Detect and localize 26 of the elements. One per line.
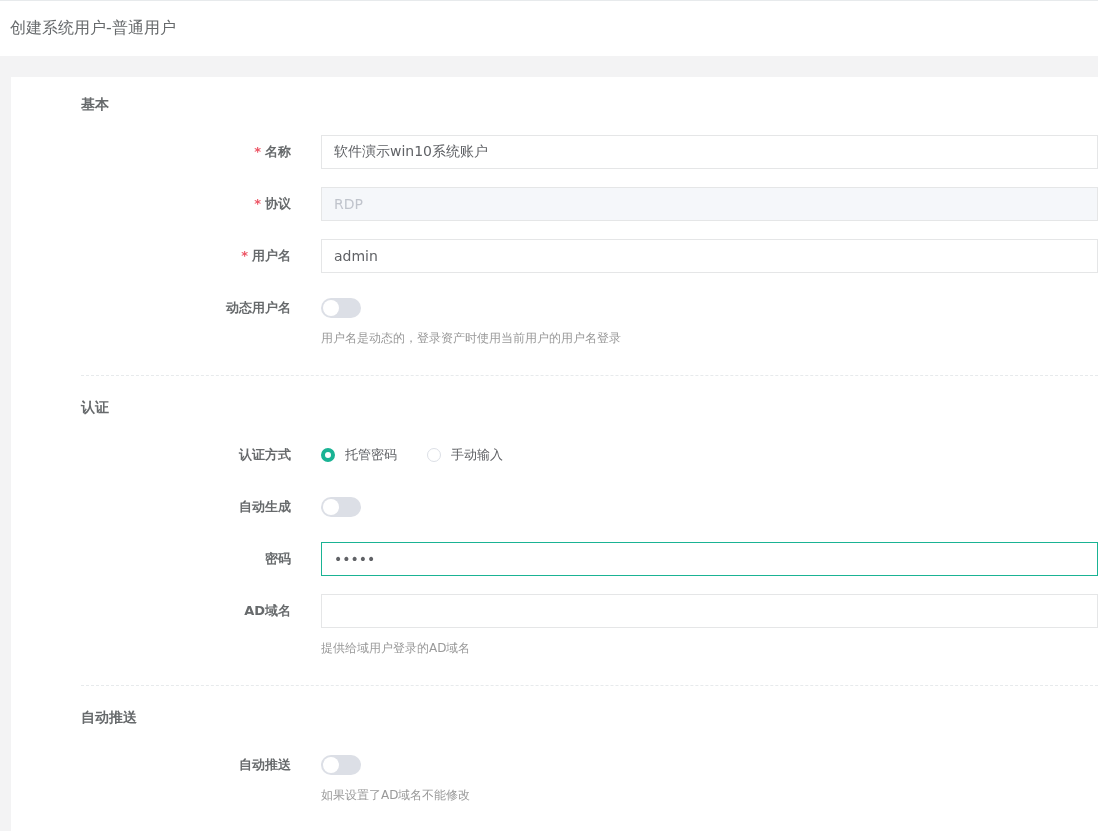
radio-label: 托管密码: [345, 446, 397, 464]
field-label: 动态用户名: [225, 299, 292, 317]
help-text: 用户名是动态的，登录资产时使用当前用户的用户名登录: [321, 330, 622, 347]
help-text: 如果设置了AD域名不能修改: [321, 787, 472, 804]
section-title: 自动推送: [81, 708, 138, 727]
input-field[interactable]: •••••: [321, 542, 1098, 576]
field-label: * 名称: [253, 143, 292, 161]
input-field[interactable]: 软件演示win10系统账户: [321, 135, 1098, 169]
help-text: 提供给域用户登录的AD域名: [321, 640, 472, 657]
input-field[interactable]: [321, 594, 1098, 628]
input-field[interactable]: admin: [321, 239, 1098, 273]
radio-button[interactable]: [321, 448, 335, 462]
toggle-switch[interactable]: [321, 298, 361, 318]
field-label: 密码: [264, 550, 292, 568]
field-label: * 用户名: [240, 247, 292, 265]
field-label: AD域名: [243, 602, 292, 620]
page-title: 创建系统用户-普通用户: [10, 18, 176, 39]
field-label: * 协议: [253, 195, 292, 213]
toggle-switch[interactable]: [321, 497, 361, 517]
field-label: 认证方式: [238, 446, 292, 464]
field-label: 自动推送: [238, 756, 292, 774]
toggle-switch[interactable]: [321, 755, 361, 775]
section-title: 基本: [81, 95, 110, 114]
radio-label: 手动输入: [451, 446, 503, 464]
section-title: 认证: [81, 398, 110, 417]
field-label: 自动生成: [238, 498, 292, 516]
